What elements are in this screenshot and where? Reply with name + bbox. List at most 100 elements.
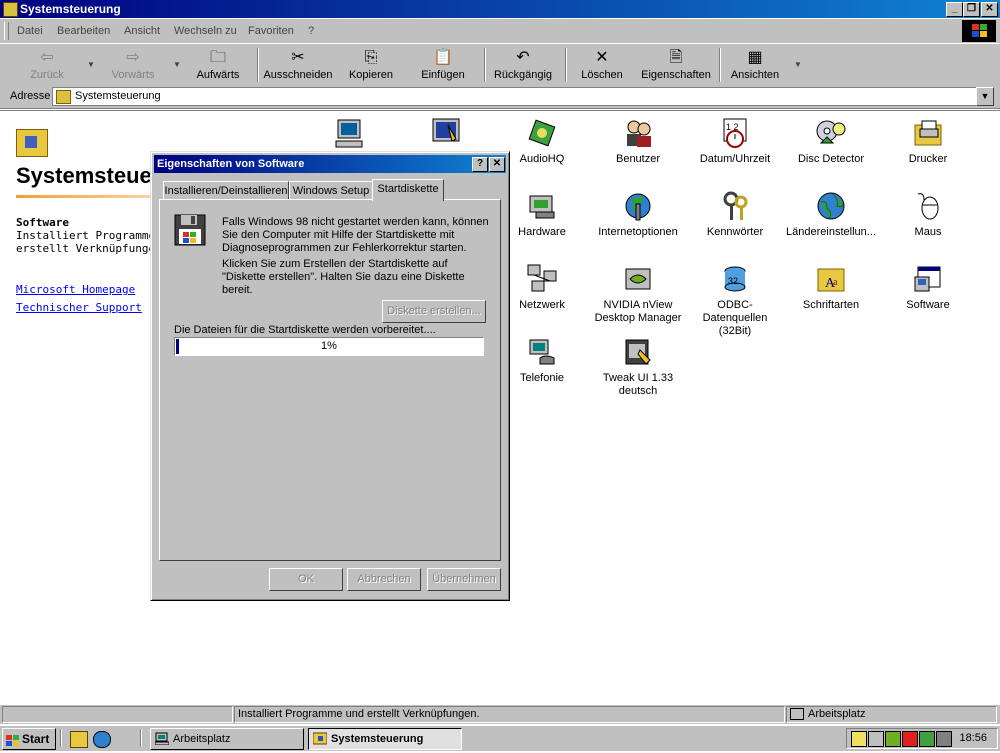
cp-item-label: ODBC-Datenquellen (32Bit) xyxy=(702,299,768,337)
task-arbeitsplatz[interactable]: Arbeitsplatz xyxy=(150,728,304,750)
views-button[interactable]: ▦ Ansichten xyxy=(726,46,784,84)
address-input[interactable]: Systemsteuerung xyxy=(52,87,978,106)
forward-label: Vorwärts xyxy=(111,69,155,81)
windows-flag-icon xyxy=(6,733,20,746)
cp-item-label: Internetoptionen xyxy=(598,226,678,238)
technical-support-link[interactable]: Technischer Support xyxy=(16,301,142,314)
cp-item-schriftarten[interactable]: Aa Schriftarten xyxy=(783,263,879,312)
dialog-help-button[interactable]: ? xyxy=(472,157,488,172)
forward-button[interactable]: ⇨ Vorwärts xyxy=(100,46,166,84)
calendar-clock-icon: 1 2 xyxy=(719,117,751,149)
progress-bar: 1% xyxy=(174,337,484,356)
nvidia-tray-icon[interactable] xyxy=(885,731,901,747)
cp-item-benutzer[interactable]: Benutzer xyxy=(590,117,686,166)
computer-icon[interactable] xyxy=(334,117,366,149)
cp-item-nvidia-nview[interactable]: NVIDIA nView Desktop Manager xyxy=(590,263,686,325)
start-button[interactable]: Start xyxy=(2,728,56,750)
undo-button[interactable]: ↶ Rückgängig xyxy=(490,46,556,84)
address-bar: Adresse Systemsteuerung ▼ xyxy=(0,86,1000,109)
toolbar-separator xyxy=(484,48,486,82)
up-label: Aufwärts xyxy=(196,69,240,81)
cp-item-disc-detector[interactable]: Disc Detector xyxy=(783,117,879,166)
cp-item-label: Benutzer xyxy=(615,153,661,165)
task-systemsteuerung[interactable]: Systemsteuerung xyxy=(308,728,462,750)
restore-button[interactable]: ❐ xyxy=(963,2,980,17)
menu-grip xyxy=(4,22,9,40)
close-button[interactable]: ✕ xyxy=(981,2,998,17)
audiohq-icon xyxy=(526,117,558,149)
hardware-icon xyxy=(526,190,558,222)
views-dropdown[interactable]: ▼ xyxy=(794,60,802,69)
cp-item-software[interactable]: Software xyxy=(880,263,976,312)
views-label: Ansichten xyxy=(730,69,780,81)
apply-button[interactable]: Übernehmen xyxy=(427,568,501,591)
microsoft-homepage-link[interactable]: Microsoft Homepage xyxy=(16,283,135,296)
cp-item-laendereinstellungen[interactable]: Ländereinstellun... xyxy=(783,190,879,239)
web-view-pane: Systemsteuerung Software Installiert Pro… xyxy=(0,111,266,701)
audiohq-tray-icon[interactable] xyxy=(919,731,935,747)
copy-button[interactable]: ⎘ Kopieren xyxy=(342,46,400,84)
status-bar: Installiert Programme und erstellt Verkn… xyxy=(0,705,1000,724)
ok-button[interactable]: OK xyxy=(269,568,343,591)
cp-item-drucker[interactable]: Drucker xyxy=(880,117,976,166)
dialog-title-bar[interactable]: Eigenschaften von Software ? ✕ xyxy=(154,155,506,173)
cp-item-odbc[interactable]: 32 ODBC-Datenquellen (32Bit) xyxy=(687,263,783,338)
mouse-icon xyxy=(912,190,944,222)
paste-button[interactable]: 📋 Einfügen xyxy=(414,46,472,84)
control-panel-icon xyxy=(3,2,18,17)
tab-startdiskette[interactable]: Startdiskette xyxy=(372,179,444,201)
svg-text:32: 32 xyxy=(728,276,738,286)
cp-item-internetoptionen[interactable]: Internetoptionen xyxy=(590,190,686,239)
delete-label: Löschen xyxy=(581,69,623,81)
arrow-left-icon: ⇦ xyxy=(40,49,54,66)
window-title-bar[interactable]: Systemsteuerung _ ❐ ✕ xyxy=(0,0,1000,18)
cp-item-tweak-ui[interactable]: Tweak UI 1.33 deutsch xyxy=(590,336,686,398)
menu-help[interactable]: ? xyxy=(308,25,314,37)
cp-item-datum-uhrzeit[interactable]: 1 2 Datum/Uhrzeit xyxy=(687,117,783,166)
menu-bar: Datei Bearbeiten Ansicht Wechseln zu Fav… xyxy=(0,19,1000,43)
display-tray-icon[interactable] xyxy=(936,731,952,747)
cut-button[interactable]: ✂ Ausschneiden xyxy=(262,46,334,84)
minimize-button[interactable]: _ xyxy=(946,2,963,17)
taskbar: Start Arbeitsplatz Systemsteuerung 18:56 xyxy=(0,725,1000,751)
undo-icon: ↶ xyxy=(516,49,530,66)
back-dropdown[interactable]: ▼ xyxy=(87,60,95,69)
cp-item-kennwoerter[interactable]: Kennwörter xyxy=(687,190,783,239)
volume-icon[interactable] xyxy=(851,731,867,747)
system-tray: 18:56 xyxy=(846,728,998,749)
network-tray-icon[interactable] xyxy=(868,731,884,747)
menu-wechseln-zu[interactable]: Wechseln zu xyxy=(174,25,237,37)
progress-label: Die Dateien für die Startdiskette werden… xyxy=(174,324,436,336)
network-icon xyxy=(526,263,558,295)
folder-up-icon: 🗀 xyxy=(209,49,226,66)
address-label: Adresse xyxy=(10,90,51,102)
forward-dropdown[interactable]: ▼ xyxy=(173,60,181,69)
properties-button[interactable]: 🗎 Eigenschaften xyxy=(638,46,714,84)
antivirus-tray-icon[interactable] xyxy=(902,731,918,747)
keys-icon xyxy=(719,190,751,222)
tab-installieren-deinstallieren[interactable]: Installieren/Deinstallieren xyxy=(163,181,289,200)
dialog-close-button[interactable]: ✕ xyxy=(489,157,505,172)
scissors-icon: ✂ xyxy=(291,49,305,66)
menu-ansicht[interactable]: Ansicht xyxy=(124,25,160,37)
delete-button[interactable]: ✕ Löschen xyxy=(574,46,630,84)
properties-icon: 🗎 xyxy=(669,49,683,66)
display-icon[interactable] xyxy=(430,117,462,149)
internet-explorer-icon[interactable] xyxy=(93,731,111,748)
create-disk-button[interactable]: Diskette erstellen... xyxy=(382,300,486,323)
back-button[interactable]: ⇦ Zurück xyxy=(16,46,78,84)
status-text: Installiert Programme und erstellt Verkn… xyxy=(234,706,785,723)
up-button[interactable]: 🗀 Aufwärts xyxy=(188,46,248,84)
cancel-button[interactable]: Abbrechen xyxy=(347,568,421,591)
menu-bearbeiten[interactable]: Bearbeiten xyxy=(57,25,110,37)
menu-datei[interactable]: Datei xyxy=(17,25,43,37)
cp-item-maus[interactable]: Maus xyxy=(880,190,976,239)
address-dropdown-button[interactable]: ▼ xyxy=(976,87,994,106)
menu-favoriten[interactable]: Favoriten xyxy=(248,25,294,37)
cp-item-label: NVIDIA nView Desktop Manager xyxy=(594,299,682,324)
tab-windows-setup[interactable]: Windows Setup xyxy=(289,181,373,200)
status-zone: Arbeitsplatz xyxy=(786,706,997,723)
startdisk-instruction-text: Klicken Sie zum Erstellen der Startdiske… xyxy=(222,258,465,296)
globe-icon xyxy=(815,190,847,222)
show-desktop-icon[interactable] xyxy=(70,731,88,748)
